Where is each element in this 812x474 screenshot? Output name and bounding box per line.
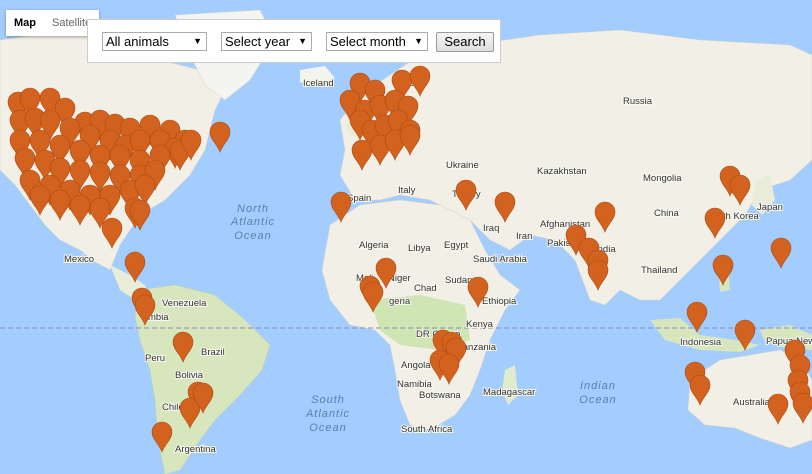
place-label: Thailand: [641, 265, 677, 276]
year-select[interactable]: Select year ▼: [221, 32, 312, 51]
place-label: Iraq: [483, 223, 499, 234]
place-label: Peru: [145, 353, 165, 364]
place-label: Libya: [408, 243, 431, 254]
place-label: Bolivia: [175, 370, 204, 381]
place-label: Russia: [623, 96, 653, 107]
place-label: Madagascar: [483, 387, 535, 398]
place-label: Angola: [401, 360, 431, 371]
place-label: Egypt: [444, 240, 469, 251]
month-select[interactable]: Select month ▼: [326, 32, 428, 51]
search-button[interactable]: Search: [436, 32, 494, 52]
place-label: Argentina: [175, 444, 216, 455]
place-label: Australia: [733, 397, 771, 408]
chevron-down-icon: ▼: [193, 36, 202, 46]
world-map[interactable]: North Atlantic Ocean South Atlantic Ocea…: [0, 0, 812, 474]
place-label: Kazakhstan: [537, 166, 587, 177]
place-label: Indonesia: [680, 337, 722, 348]
south-atlantic-label-1: South: [311, 394, 345, 406]
chevron-down-icon: ▼: [414, 36, 423, 46]
north-atlantic-label-1: North: [237, 203, 269, 215]
place-label: Japan: [757, 202, 783, 213]
place-label: China: [654, 208, 680, 219]
place-label: Botswana: [419, 390, 461, 401]
place-label: Venezuela: [162, 298, 207, 309]
place-label: Iran: [516, 231, 532, 242]
map-type-map-button[interactable]: Map: [6, 10, 44, 36]
filter-panel: All animals ▼ Select year ▼ Select month…: [87, 19, 501, 63]
month-select-value: Select month: [330, 34, 406, 49]
place-label: Kenya: [466, 319, 494, 330]
place-label: Algeria: [359, 240, 389, 251]
indian-ocean-label-1: Indian: [580, 380, 616, 392]
south-atlantic-label-2: Atlantic: [305, 408, 350, 420]
place-label: Ethiopia: [482, 296, 517, 307]
place-label: geria: [389, 296, 411, 307]
place-label: Saudi Arabia: [473, 254, 528, 265]
place-label: Brazil: [201, 347, 225, 358]
animal-select-value: All animals: [106, 34, 169, 49]
north-atlantic-label-3: Ocean: [234, 230, 271, 242]
place-label: Mongolia: [643, 173, 682, 184]
year-select-value: Select year: [225, 34, 291, 49]
chevron-down-icon: ▼: [298, 36, 307, 46]
place-label: South Africa: [401, 424, 453, 435]
place-label: Chad: [414, 283, 437, 294]
place-label: Iceland: [303, 78, 334, 89]
south-atlantic-label-3: Ocean: [309, 422, 346, 434]
place-label: Ukraine: [446, 160, 479, 171]
place-label: Namibia: [397, 379, 433, 390]
place-label: Italy: [398, 185, 416, 196]
map-type-control: Map Satellite: [6, 10, 100, 36]
north-atlantic-label-2: Atlantic: [230, 216, 275, 228]
animal-select[interactable]: All animals ▼: [102, 32, 207, 51]
place-label: Mexico: [64, 254, 94, 265]
indian-ocean-label-2: Ocean: [579, 394, 616, 406]
